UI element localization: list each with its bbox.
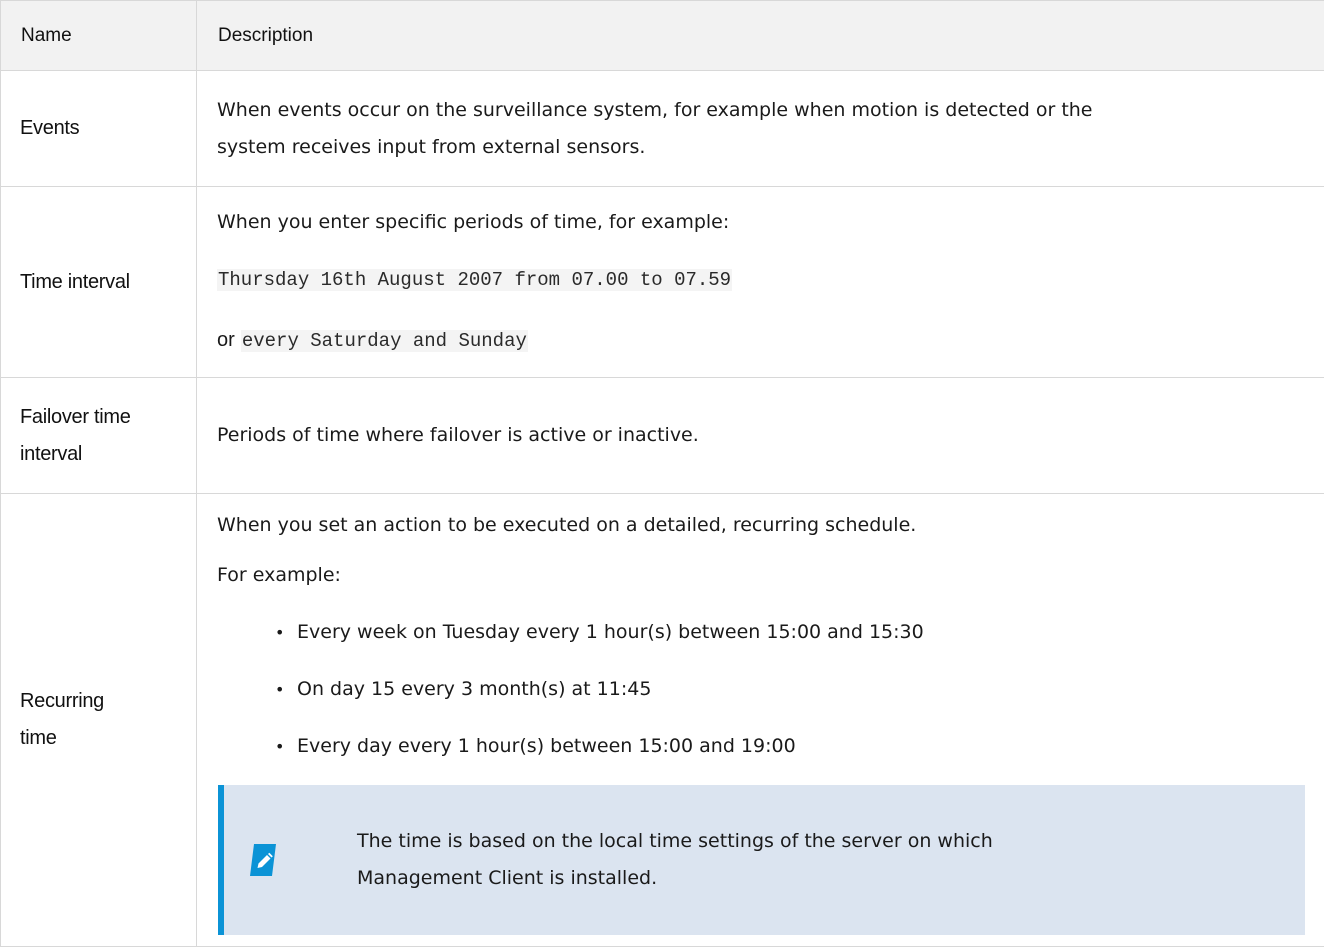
- row-description-time-interval: When you enter specific periods of time,…: [197, 187, 1324, 378]
- definitions-table: Name Description Events When events occu…: [0, 0, 1324, 947]
- table-row: Events When events occur on the surveill…: [1, 71, 1324, 187]
- description-line: When you enter specific periods of time,…: [217, 204, 1304, 241]
- note-callout: The time is based on the local time sett…: [218, 785, 1305, 935]
- description-line: system receives input from external sens…: [217, 129, 1304, 166]
- description-line: When events occur on the surveillance sy…: [217, 92, 1304, 129]
- row-description-recurring: When you set an action to be executed on…: [197, 494, 1324, 947]
- table-row: Failover time interval Periods of time w…: [1, 378, 1324, 494]
- row-name-time-interval: Time interval: [1, 187, 197, 378]
- list-item: •Every day every 1 hour(s) between 15:00…: [297, 728, 1304, 765]
- name-line: interval: [20, 436, 186, 473]
- table-row: Time interval When you enter specific pe…: [1, 187, 1324, 378]
- pencil-icon: [247, 842, 279, 878]
- header-description: Description: [197, 1, 1324, 71]
- list-item: •On day 15 every 3 month(s) at 11:45: [297, 671, 1304, 708]
- row-description-events: When events occur on the surveillance sy…: [197, 71, 1324, 187]
- table-row: Recurring time When you set an action to…: [1, 494, 1324, 947]
- row-name-failover: Failover time interval: [1, 378, 197, 494]
- description-line: For example:: [217, 557, 1304, 594]
- header-name: Name: [1, 1, 197, 71]
- or-text: or: [217, 329, 235, 351]
- name-line: Recurring: [20, 683, 186, 720]
- code-example: every Saturday and Sunday: [241, 330, 528, 352]
- name-line: Failover time: [20, 399, 186, 436]
- code-example: Thursday 16th August 2007 from 07.00 to …: [217, 269, 732, 291]
- row-name-recurring: Recurring time: [1, 494, 197, 947]
- note-text: The time is based on the local time sett…: [357, 823, 993, 897]
- name-line: time: [20, 720, 186, 757]
- example-list: •Every week on Tuesday every 1 hour(s) b…: [217, 614, 1304, 765]
- row-description-failover: Periods of time where failover is active…: [197, 378, 1324, 494]
- table-header-row: Name Description: [1, 1, 1324, 71]
- list-item: •Every week on Tuesday every 1 hour(s) b…: [297, 614, 1304, 651]
- description-line: When you set an action to be executed on…: [217, 507, 1304, 544]
- row-name-events: Events: [1, 71, 197, 187]
